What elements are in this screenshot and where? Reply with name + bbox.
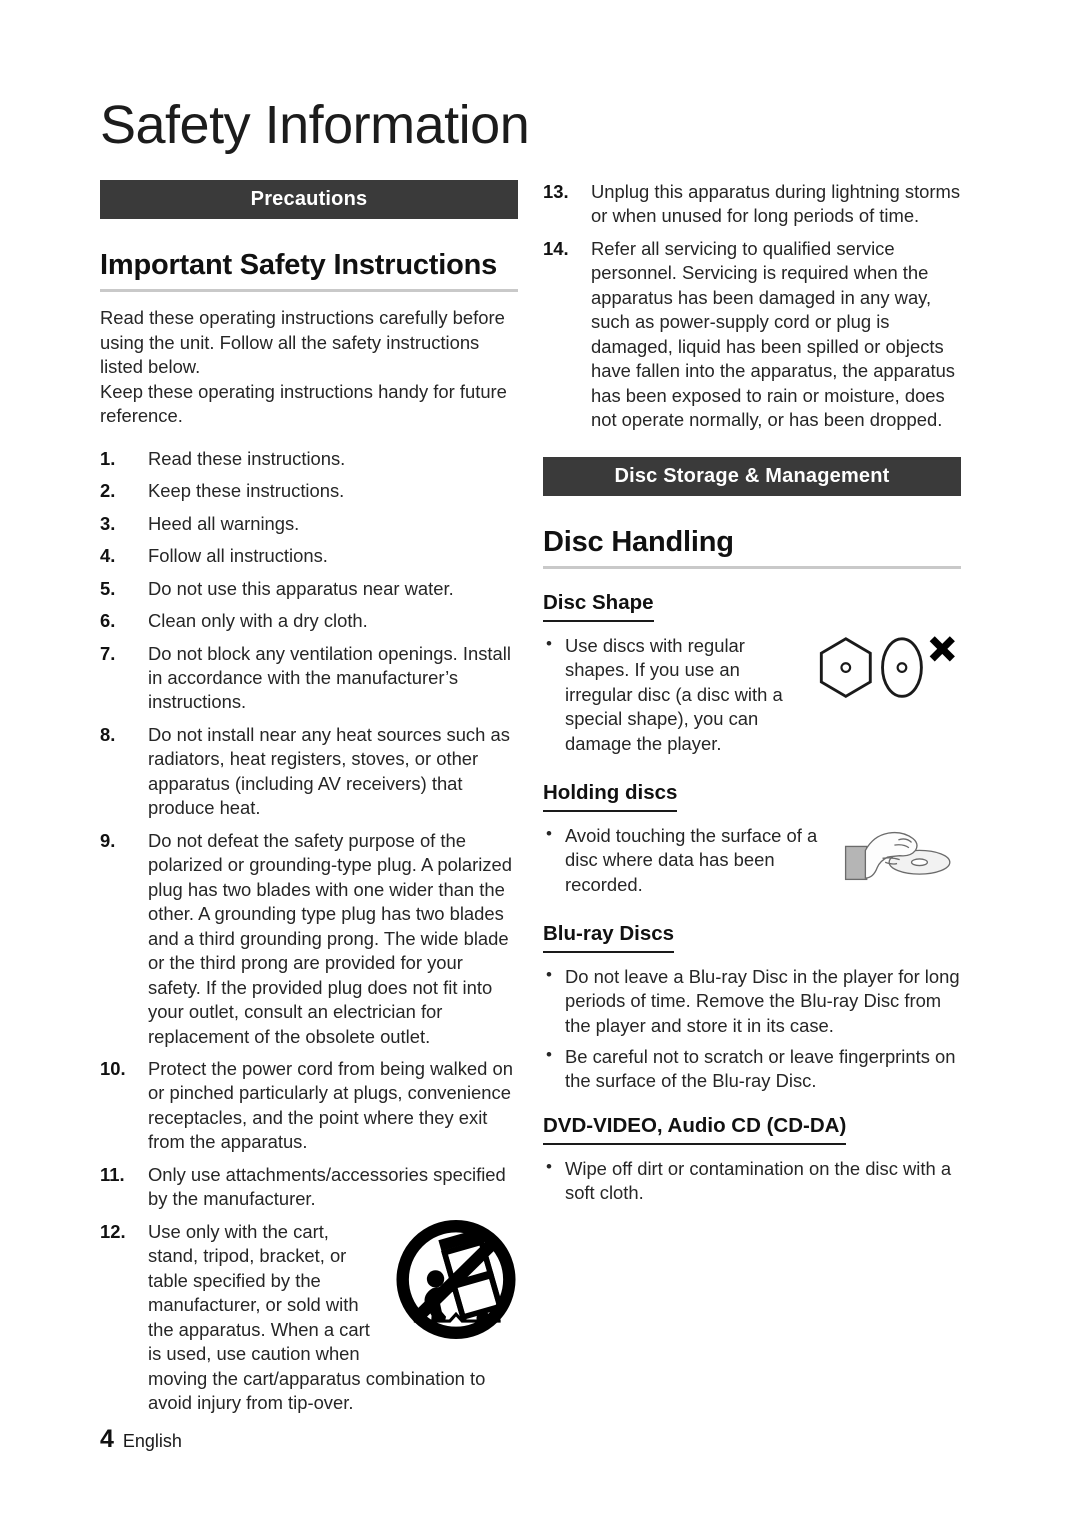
list-item: 9. Do not defeat the safety purpose of t… bbox=[100, 829, 518, 1049]
list-item-text: Do not use this apparatus near water. bbox=[148, 577, 454, 599]
heading-rule bbox=[543, 566, 961, 570]
safety-instructions-list: 1. Read these instructions. 2. Keep thes… bbox=[100, 447, 518, 1416]
subsection-title: Holding discs bbox=[543, 781, 678, 812]
list-item: 12. Use only with the cart, stand, tripo… bbox=[100, 1219, 518, 1416]
heading-rule bbox=[100, 289, 518, 293]
list-item-number: 1. bbox=[100, 447, 116, 469]
list-item-number: 4. bbox=[100, 545, 116, 567]
list-item-text: Do not install near any heat sources suc… bbox=[148, 723, 510, 819]
left-column: Precautions Important Safety Instruction… bbox=[100, 180, 518, 1424]
page-title: Safety Information bbox=[100, 95, 530, 155]
right-column: 13. Unplug this apparatus during lightni… bbox=[543, 180, 961, 1212]
list-item: 5. Do not use this apparatus near water. bbox=[100, 577, 518, 601]
list-item-text: Only use attachments/accessories specifi… bbox=[148, 1163, 506, 1210]
list-item: 6. Clean only with a dry cloth. bbox=[100, 609, 518, 633]
list-item: Be careful not to scratch or leave finge… bbox=[543, 1044, 961, 1094]
list-item: 2. Keep these instructions. bbox=[100, 479, 518, 503]
list-item-number: 8. bbox=[100, 723, 116, 745]
no-cart-tipover-icon bbox=[394, 1219, 518, 1350]
intro-paragraph-1: Read these operating instructions carefu… bbox=[100, 307, 505, 378]
subsection-bluray-discs: Blu-ray Discs Do not leave a Blu-ray Dis… bbox=[543, 922, 961, 1094]
list-item-number: 7. bbox=[100, 642, 116, 664]
list-item: 7. Do not block any ventilation openings… bbox=[100, 642, 518, 715]
section-bar-precautions: Precautions bbox=[100, 180, 518, 219]
list-item-text: Heed all warnings. bbox=[148, 512, 300, 534]
list-item-text: Protect the power cord from being walked… bbox=[148, 1058, 513, 1153]
list-item: 3. Heed all warnings. bbox=[100, 512, 518, 536]
list-item-text: Unplug this apparatus during lightning s… bbox=[591, 181, 961, 227]
list-item: 4. Follow all instructions. bbox=[100, 544, 518, 568]
list-item-text: Read these instructions. bbox=[148, 447, 346, 469]
x-mark-icon bbox=[929, 635, 955, 662]
list-item-text: Follow all instructions. bbox=[148, 545, 328, 567]
list-item: Do not leave a Blu-ray Disc in the playe… bbox=[543, 964, 961, 1038]
disc-shape-figure bbox=[817, 634, 961, 710]
list-item: 11. Only use attachments/accessories spe… bbox=[100, 1163, 518, 1212]
page-language: English bbox=[122, 1431, 182, 1451]
page-footer: 4 English bbox=[100, 1425, 182, 1454]
list-item: 1. Read these instructions. bbox=[100, 447, 518, 471]
subsection-title: Disc Shape bbox=[543, 591, 654, 622]
list-item-text: Clean only with a dry cloth. bbox=[148, 610, 368, 632]
list-item: Wipe off dirt or contamination on the di… bbox=[543, 1156, 961, 1206]
list-item: Use discs with regular shapes. If you us… bbox=[543, 633, 961, 756]
list-item: 14. Refer all servicing to qualified ser… bbox=[543, 237, 961, 433]
list-item: Avoid touching the surface of a disc whe… bbox=[543, 823, 961, 897]
list-item-text: Do not block any ventilation openings. I… bbox=[148, 642, 511, 713]
safety-instructions-list-continued: 13. Unplug this apparatus during lightni… bbox=[543, 180, 961, 433]
list-item-number: 2. bbox=[100, 480, 116, 502]
bullet-text: Be careful not to scratch or leave finge… bbox=[565, 1045, 956, 1092]
heading-important-safety-instructions: Important Safety Instructions bbox=[100, 249, 498, 281]
list-item-number: 12. bbox=[100, 1220, 126, 1242]
subsection-title: DVD-VIDEO, Audio CD (CD-DA) bbox=[543, 1114, 847, 1145]
list-item-number: 9. bbox=[100, 829, 116, 851]
intro-paragraph-2: Keep these operating instructions handy … bbox=[100, 380, 507, 427]
bullet-text: Do not leave a Blu-ray Disc in the playe… bbox=[565, 965, 960, 1036]
list-item-text: Do not defeat the safety purpose of the … bbox=[148, 829, 512, 1047]
hand-holding-disc-icon bbox=[841, 824, 961, 892]
bullet-list: Use discs with regular shapes. If you us… bbox=[543, 633, 961, 763]
list-item: 13. Unplug this apparatus during lightni… bbox=[543, 180, 961, 229]
list-item-number: 11. bbox=[100, 1163, 125, 1185]
list-item-number: 3. bbox=[100, 512, 116, 534]
list-item-number: 14. bbox=[543, 237, 569, 259]
section-bar-disc-storage: Disc Storage & Management bbox=[543, 456, 961, 496]
list-item: 10. Protect the power cord from being wa… bbox=[100, 1057, 518, 1155]
bullet-list: Do not leave a Blu-ray Disc in the playe… bbox=[543, 964, 961, 1094]
bullet-text: Avoid touching the surface of a disc whe… bbox=[565, 824, 818, 895]
heading-disc-handling: Disc Handling bbox=[543, 525, 734, 558]
list-item-number: 6. bbox=[100, 610, 116, 632]
list-item-text: Refer all servicing to qualified service… bbox=[591, 237, 955, 431]
list-item: 8. Do not install near any heat sources … bbox=[100, 723, 518, 821]
list-item-number: 10. bbox=[100, 1058, 126, 1079]
page-number: 4 bbox=[100, 1425, 114, 1453]
list-item-text: Keep these instructions. bbox=[148, 480, 345, 502]
bullet-text: Wipe off dirt or contamination on the di… bbox=[565, 1157, 952, 1203]
bullet-list: Avoid touching the surface of a disc whe… bbox=[543, 823, 961, 904]
bullet-text: Use discs with regular shapes. If you us… bbox=[565, 634, 783, 754]
subsection-dvd-video-audio-cd: DVD-VIDEO, Audio CD (CD-DA) Wipe off dir… bbox=[543, 1114, 961, 1206]
subsection-disc-shape: Disc Shape • Use discs with regular shap… bbox=[543, 591, 961, 763]
subsection-title: Blu-ray Discs bbox=[543, 922, 675, 953]
list-item-number: 5. bbox=[100, 577, 116, 599]
document-page: Safety Information Precautions Important… bbox=[0, 0, 1080, 1514]
bullet-list: Wipe off dirt or contamination on the di… bbox=[543, 1156, 961, 1206]
subsection-holding-discs: Holding discs • Avoid touching the surfa… bbox=[543, 781, 961, 904]
list-item-number: 13. bbox=[543, 181, 569, 202]
